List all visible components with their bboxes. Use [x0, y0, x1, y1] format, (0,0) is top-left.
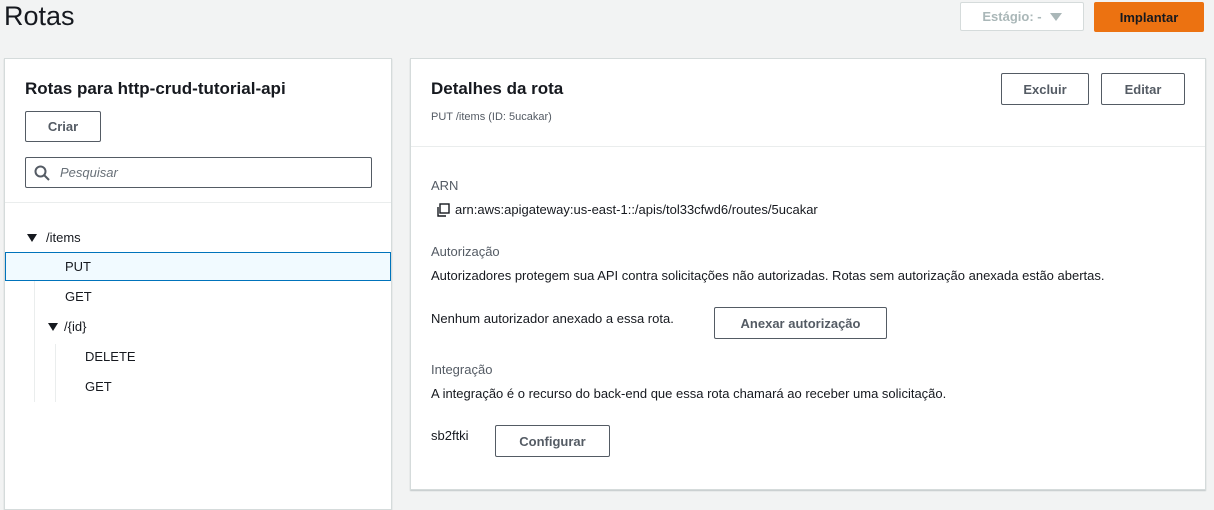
expand-down-icon	[27, 233, 37, 242]
tree-item-items[interactable]: /items	[5, 223, 391, 252]
routes-panel-title: Rotas para http-crud-tutorial-api	[25, 79, 286, 98]
tree-item-label: PUT	[65, 259, 91, 274]
caret-down-icon	[1049, 12, 1062, 21]
tree-item-label: /items	[46, 230, 81, 245]
tree-item-items-get[interactable]: GET	[5, 282, 391, 311]
route-details-header: Detalhes da rota PUT /items (ID: 5ucakar…	[411, 59, 1205, 147]
tree-item-id-get[interactable]: GET	[5, 372, 391, 401]
edit-button[interactable]: Editar	[1101, 73, 1185, 105]
tree-item-label: /{id}	[64, 319, 87, 334]
create-button[interactable]: Criar	[25, 111, 101, 142]
authorization-description: Autorizadores protegem sua API contra so…	[431, 268, 1105, 283]
arn-value: arn:aws:apigateway:us-east-1::/apis/tol3…	[455, 202, 818, 217]
search-box[interactable]	[25, 157, 372, 188]
stage-select-label: Estágio: -	[982, 9, 1042, 24]
tree-item-id-delete[interactable]: DELETE	[5, 342, 391, 371]
tree-item-items-put[interactable]: PUT	[5, 252, 391, 281]
copy-icon[interactable]	[436, 203, 450, 217]
integration-id: sb2ftki	[431, 428, 469, 443]
authorization-label: Autorização	[431, 244, 500, 259]
page-title: Rotas	[4, 1, 75, 31]
authorization-status: Nenhum autorizador anexado a essa rota.	[431, 311, 674, 326]
tree-item-label: DELETE	[85, 349, 136, 364]
integration-label: Integração	[431, 362, 493, 377]
divider	[5, 202, 391, 203]
integration-description: A integração é o recurso do back-end que…	[431, 386, 947, 401]
route-details-subtitle: PUT /items (ID: 5ucakar)	[431, 111, 552, 123]
stage-select[interactable]: Estágio: -	[960, 2, 1084, 31]
tree-item-label: GET	[85, 379, 112, 394]
configure-button[interactable]: Configurar	[495, 425, 610, 457]
search-icon	[34, 165, 50, 181]
search-input[interactable]	[58, 164, 362, 181]
route-details-title: Detalhes da rota	[431, 79, 564, 98]
attach-authorization-button[interactable]: Anexar autorização	[714, 307, 887, 339]
expand-down-icon	[48, 322, 58, 331]
routes-panel: Rotas para http-crud-tutorial-api Criar …	[4, 58, 392, 510]
arn-label: ARN	[431, 178, 459, 193]
route-details-panel: Detalhes da rota PUT /items (ID: 5ucakar…	[410, 58, 1206, 490]
tree-item-id[interactable]: /{id}	[5, 312, 391, 341]
deploy-button[interactable]: Implantar	[1094, 2, 1204, 32]
delete-button[interactable]: Excluir	[1001, 73, 1089, 105]
tree-item-label: GET	[65, 289, 92, 304]
